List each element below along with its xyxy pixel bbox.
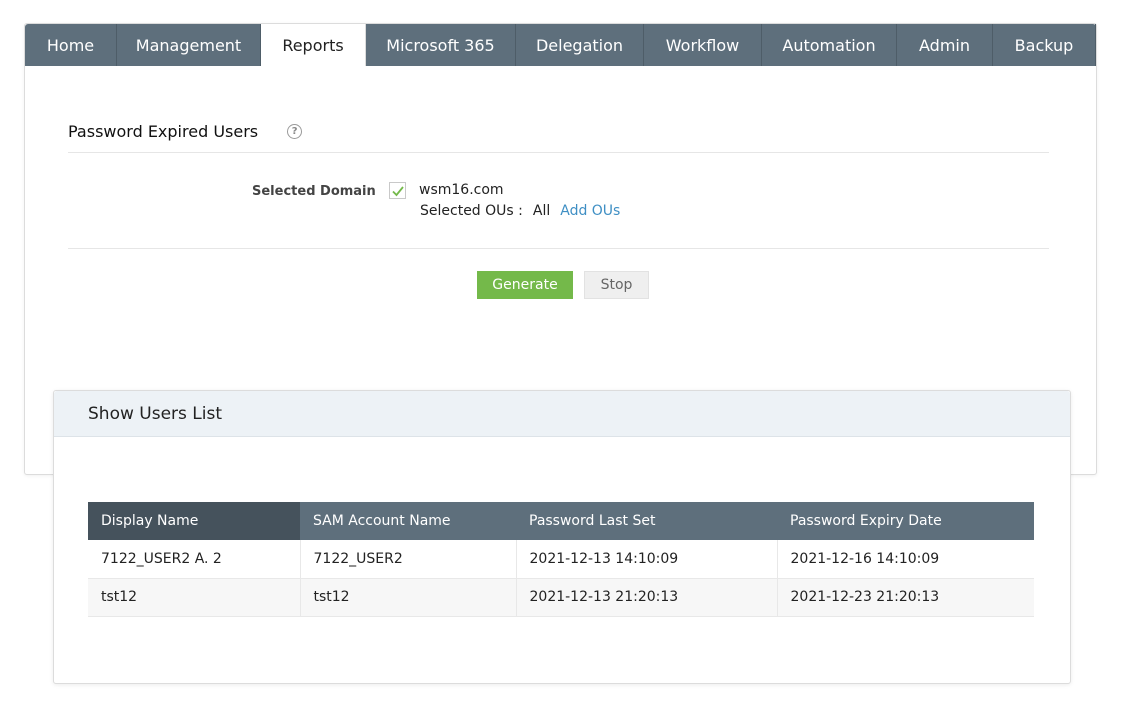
column-header-sam-account-name[interactable]: SAM Account Name <box>300 502 516 540</box>
users-list-panel: Show Users List Display Name SAM Account… <box>53 390 1071 684</box>
tab-microsoft-365[interactable]: Microsoft 365 <box>366 24 516 66</box>
tab-workflow[interactable]: Workflow <box>644 24 762 66</box>
cell-display-name: 7122_USER2 A. 2 <box>88 540 301 579</box>
tab-automation[interactable]: Automation <box>762 24 897 66</box>
tab-reports[interactable]: Reports <box>261 24 366 66</box>
selected-domain-label: Selected Domain <box>252 184 376 199</box>
users-list-title: Show Users List <box>88 403 222 424</box>
table-row[interactable]: 7122_USER2 A. 2 7122_USER2 2021-12-13 14… <box>88 540 1034 579</box>
report-title-row: Password Expired Users ? <box>68 122 303 141</box>
cell-display-name: tst12 <box>88 578 301 617</box>
table-header-row: Display Name SAM Account Name Password L… <box>88 502 1034 540</box>
selected-ous-row: Selected OUs : All Add OUs <box>420 203 620 219</box>
cell-password-expiry-date: 2021-12-16 14:10:09 <box>777 540 1034 579</box>
help-icon[interactable]: ? <box>287 124 303 139</box>
cell-sam-account-name: 7122_USER2 <box>300 540 517 579</box>
tab-backup[interactable]: Backup <box>993 24 1096 66</box>
column-header-display-name[interactable]: Display Name <box>88 502 300 540</box>
users-table: Display Name SAM Account Name Password L… <box>88 502 1034 617</box>
cell-password-expiry-date: 2021-12-23 21:20:13 <box>777 578 1034 617</box>
selected-ous-value: All <box>532 203 551 219</box>
cell-password-last-set: 2021-12-13 21:20:13 <box>516 578 778 617</box>
page-title: Password Expired Users <box>68 122 259 141</box>
cell-password-last-set: 2021-12-13 14:10:09 <box>516 540 778 579</box>
users-list-header: Show Users List <box>54 391 1070 437</box>
generate-button[interactable]: Generate <box>477 271 573 299</box>
top-nav-tabbar: Home Management Reports Microsoft 365 De… <box>25 24 1096 66</box>
divider <box>68 248 1049 249</box>
cell-sam-account-name: tst12 <box>300 578 517 617</box>
column-header-password-expiry-date[interactable]: Password Expiry Date <box>777 502 1034 540</box>
domain-checkbox[interactable] <box>389 182 406 199</box>
tab-delegation[interactable]: Delegation <box>516 24 644 66</box>
tab-home[interactable]: Home <box>25 24 117 66</box>
tab-management[interactable]: Management <box>117 24 261 66</box>
column-header-password-last-set[interactable]: Password Last Set <box>516 502 777 540</box>
table-row[interactable]: tst12 tst12 2021-12-13 21:20:13 2021-12-… <box>88 578 1034 617</box>
add-ous-link[interactable]: Add OUs <box>560 203 620 219</box>
divider <box>68 152 1049 153</box>
tab-admin[interactable]: Admin <box>897 24 993 66</box>
stop-button[interactable]: Stop <box>584 271 649 299</box>
check-icon <box>391 185 404 196</box>
domain-name: wsm16.com <box>419 182 504 198</box>
selected-ous-label: Selected OUs : <box>420 203 523 219</box>
